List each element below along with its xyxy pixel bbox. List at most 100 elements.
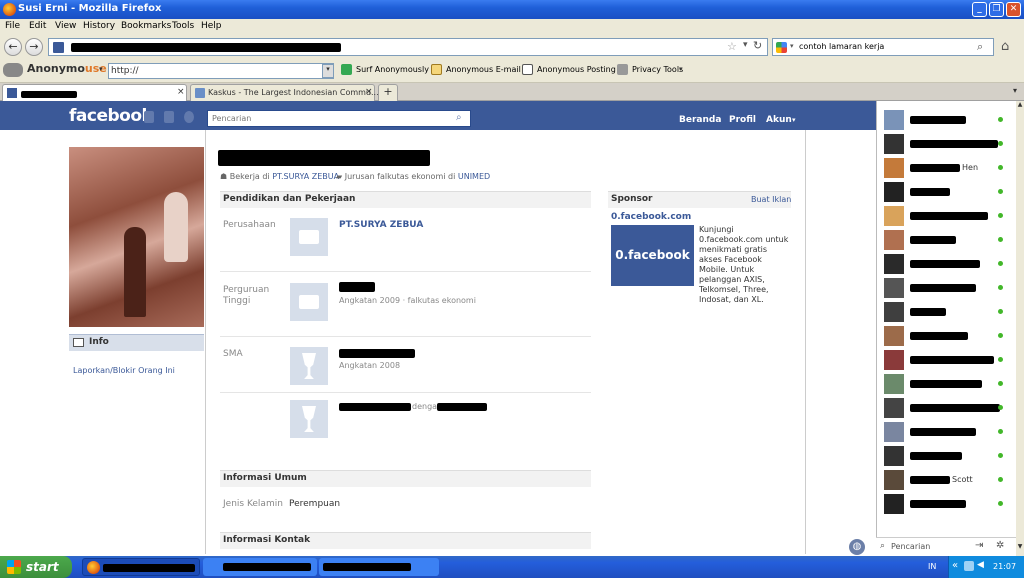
scroll-down-arrow-icon[interactable]: ▼ — [1016, 543, 1024, 553]
menu-view[interactable]: View — [55, 21, 76, 31]
company-link[interactable]: PT.SURYA ZEBUA — [339, 220, 423, 230]
search-bar[interactable]: ▾ contoh lamaran kerja ⌕ — [772, 38, 994, 56]
chat-settings-gear-icon[interactable]: ✲ — [996, 540, 1004, 551]
new-tab-button[interactable]: + — [378, 84, 398, 101]
home-icon[interactable]: ⌂ — [1001, 39, 1009, 54]
language-indicator[interactable]: IN — [928, 562, 936, 571]
minimize-button[interactable]: _ — [972, 2, 987, 17]
chat-friend-row[interactable] — [884, 181, 1020, 203]
menu-bookmarks[interactable]: Bookmarks — [121, 21, 171, 31]
start-button[interactable]: start — [0, 556, 72, 578]
privacy-tools-dropdown-icon[interactable]: ▾ — [679, 65, 683, 73]
scroll-up-arrow-icon[interactable]: ▲ — [1016, 101, 1024, 111]
taskbar-item-3[interactable] — [319, 558, 439, 576]
chat-friend-row[interactable] — [884, 325, 1020, 347]
redacted-school-name — [339, 349, 415, 358]
chat-search-input[interactable]: Pencarian — [891, 542, 930, 551]
menu-tools[interactable]: Tools — [172, 21, 194, 31]
chat-friend-row[interactable] — [884, 421, 1020, 443]
engine-dropdown-icon[interactable]: ▾ — [790, 42, 794, 50]
volume-icon[interactable]: ◀ — [977, 560, 984, 570]
anonymous-posting-link[interactable]: Anonymous Posting — [537, 65, 616, 74]
network-icon[interactable] — [964, 561, 974, 571]
online-status-dot-icon — [998, 357, 1003, 362]
tab-facebook[interactable]: × — [2, 84, 187, 101]
tab-kaskus[interactable]: Kaskus - The Largest Indonesian Commu...… — [190, 84, 379, 101]
taskbar-item-2[interactable] — [203, 558, 317, 576]
anon-url-dropdown-icon[interactable]: ▾ — [322, 64, 334, 78]
college-thumbnail[interactable] — [290, 283, 328, 321]
menu-history[interactable]: History — [83, 21, 115, 31]
close-button[interactable]: ✕ — [1006, 2, 1021, 17]
reload-icon[interactable]: ↻ — [753, 39, 762, 52]
online-status-dot-icon — [998, 141, 1003, 146]
study-summary-link[interactable]: UNIMED — [458, 172, 490, 181]
company-thumbnail[interactable] — [290, 218, 328, 256]
chat-friend-row[interactable] — [884, 349, 1020, 371]
search-input[interactable]: contoh lamaran kerja — [799, 42, 884, 51]
ad-title-link[interactable]: 0.facebook.com — [611, 212, 691, 222]
menu-file[interactable]: File — [5, 21, 20, 31]
nav-akun[interactable]: Akun — [766, 115, 792, 125]
facebook-logo[interactable]: facebook — [69, 106, 153, 126]
profile-picture[interactable] — [69, 147, 204, 327]
back-button[interactable]: ← — [4, 38, 22, 56]
chat-popout-icon[interactable]: ⇥ — [975, 540, 983, 551]
bookmark-star-icon[interactable]: ☆ — [727, 40, 737, 53]
privacy-tools-link[interactable]: Privacy Tools — [632, 65, 683, 74]
anonymouse-menu-arrow-icon[interactable]: ▾ — [99, 65, 103, 73]
notifications-globe-icon[interactable] — [184, 111, 194, 123]
chat-friend-row[interactable]: Scott — [884, 469, 1020, 491]
window-title-bar: Susi Erni - Mozilla Firefox _ ❐ ✕ — [0, 0, 1024, 19]
redacted-friend-name — [910, 212, 988, 220]
chat-friend-row[interactable] — [884, 301, 1020, 323]
account-dropdown-icon[interactable]: ▾ — [792, 116, 796, 124]
gender-label: Jenis Kelamin — [223, 499, 283, 509]
create-ad-link[interactable]: Buat Iklan — [751, 195, 791, 204]
chat-friend-row[interactable] — [884, 373, 1020, 395]
chat-scrollbar[interactable]: ▲ ▼ — [1016, 101, 1024, 556]
chat-friend-row[interactable] — [884, 109, 1020, 131]
surf-anonymously-link[interactable]: Surf Anonymously — [356, 65, 429, 74]
online-status-dot-icon — [998, 237, 1003, 242]
tab-list-icon[interactable]: ▾ — [1013, 86, 1017, 95]
forward-button[interactable]: → — [25, 38, 43, 56]
maximize-button[interactable]: ❐ — [989, 2, 1004, 17]
language-globe-icon[interactable]: ◍ — [849, 539, 865, 555]
chat-friend-row[interactable] — [884, 445, 1020, 467]
online-status-dot-icon — [998, 477, 1003, 482]
menu-help[interactable]: Help — [201, 21, 222, 31]
menu-edit[interactable]: Edit — [29, 21, 46, 31]
chat-friend-row[interactable] — [884, 277, 1020, 299]
chat-friend-row[interactable] — [884, 397, 1020, 419]
info-tab[interactable]: Info — [69, 334, 204, 351]
messages-icon[interactable] — [164, 111, 174, 123]
dropdown-arrow-icon[interactable]: ▾ — [743, 40, 748, 50]
fb-search-icon[interactable]: ⌕ — [456, 112, 470, 125]
anonymouse-logo[interactable]: Anonymouse — [27, 62, 107, 75]
tray-expand-icon[interactable]: « — [952, 560, 958, 571]
ad-image[interactable]: 0.facebook — [611, 225, 694, 286]
anonymouse-url-input[interactable]: http:// — [108, 63, 334, 79]
nav-beranda[interactable]: Beranda — [679, 115, 721, 125]
chat-friend-row[interactable] — [884, 253, 1020, 275]
chat-friend-row[interactable] — [884, 229, 1020, 251]
chat-avatar — [884, 158, 904, 178]
anonymous-email-link[interactable]: Anonymous E-mail — [446, 65, 521, 74]
tab-close-icon[interactable]: × — [177, 87, 185, 97]
url-bar[interactable]: ☆ ▾ ↻ — [48, 38, 768, 56]
chat-friend-row[interactable] — [884, 493, 1020, 515]
report-block-link[interactable]: Laporkan/Blokir Orang Ini — [73, 366, 175, 375]
chat-friend-row[interactable]: Hen — [884, 157, 1020, 179]
sma-thumbnail[interactable] — [290, 347, 328, 385]
chat-friend-row[interactable] — [884, 205, 1020, 227]
sma2-thumbnail[interactable] — [290, 400, 328, 438]
chat-friend-row[interactable] — [884, 133, 1020, 155]
taskbar-item-firefox[interactable] — [82, 558, 200, 576]
facebook-search-input[interactable]: Pencarian — [207, 110, 471, 127]
tab-close-icon[interactable]: × — [365, 87, 373, 97]
search-magnifier-icon[interactable]: ⌕ — [977, 40, 983, 54]
friend-requests-icon[interactable] — [144, 111, 154, 123]
work-summary-link[interactable]: PT.SURYA ZEBUA — [272, 172, 339, 181]
nav-profil[interactable]: Profil — [729, 115, 756, 125]
